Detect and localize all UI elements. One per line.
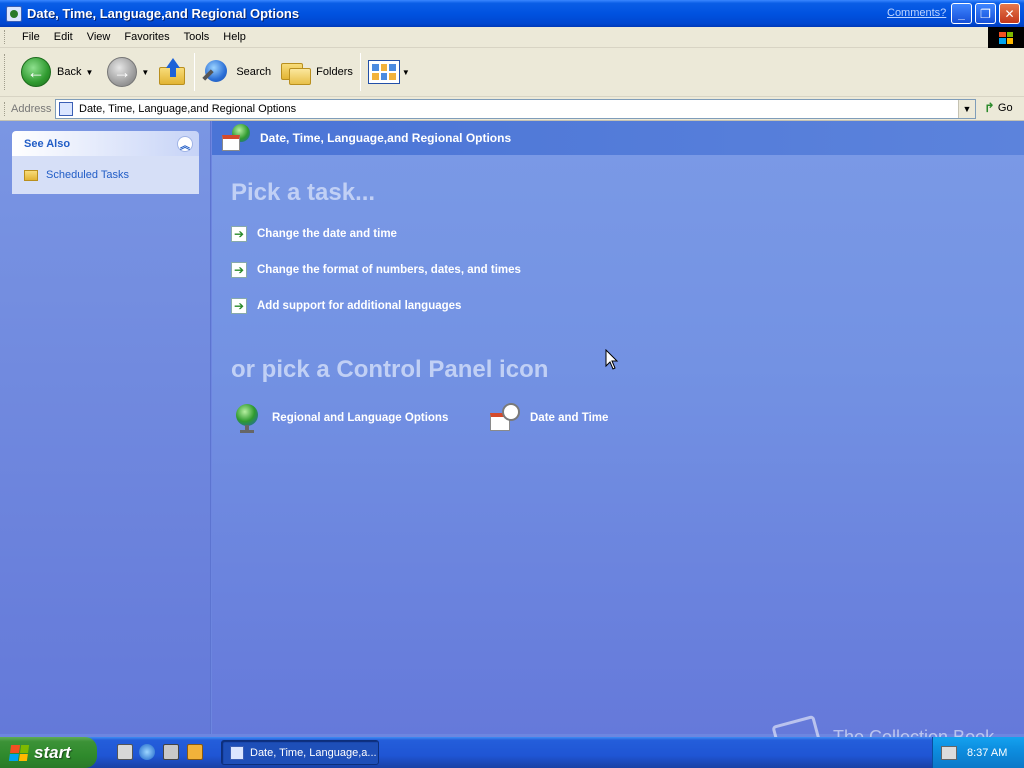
cp-item-label: Date and Time (530, 412, 609, 424)
menu-bar: File Edit View Favorites Tools Help (0, 27, 1024, 48)
task-label: Add support for additional languages (257, 300, 462, 312)
show-desktop-icon[interactable] (117, 744, 133, 760)
windows-logo-icon (988, 27, 1024, 48)
go-label: Go (997, 102, 1013, 114)
standard-toolbar: ← Back ▼ → ▼ Search Folders ▼ (0, 48, 1024, 97)
folders-icon (279, 58, 313, 86)
menu-file[interactable]: File (15, 31, 47, 43)
category-title: Date, Time, Language,and Regional Option… (260, 131, 512, 145)
addressbar-grip[interactable] (4, 101, 7, 116)
taskbar-window-label: Date, Time, Language,a... (250, 746, 377, 759)
search-icon (202, 57, 232, 87)
up-folder-button[interactable] (153, 52, 191, 92)
address-input[interactable]: Date, Time, Language,and Regional Option… (55, 99, 976, 119)
forward-arrow-icon: → (107, 57, 138, 87)
address-bar: Address Date, Time, Language,and Regiona… (0, 97, 1024, 121)
category-header: Date, Time, Language,and Regional Option… (212, 121, 1024, 155)
main-content: Date, Time, Language,and Regional Option… (212, 121, 1024, 734)
see-also-panel: See Also ︽ Scheduled Tasks (12, 131, 199, 194)
back-label: Back (57, 66, 82, 78)
title-bar[interactable]: Date, Time, Language,and Regional Option… (0, 0, 1024, 27)
task-change-format[interactable]: ➔ Change the format of numbers, dates, a… (231, 262, 521, 278)
cp-item-label: Regional and Language Options (272, 412, 449, 424)
minimize-icon: _ (958, 6, 965, 21)
close-icon: ✕ (1004, 6, 1015, 21)
menu-help[interactable]: Help (216, 31, 253, 43)
views-dropdown-icon: ▼ (401, 67, 410, 77)
task-arrow-icon: ➔ (231, 262, 247, 278)
up-folder-icon (157, 58, 187, 86)
start-button[interactable]: start (0, 737, 97, 768)
views-icon (367, 60, 400, 84)
search-label: Search (236, 66, 272, 78)
collapse-icon[interactable]: ︽ (177, 136, 193, 152)
folders-label: Folders (316, 66, 353, 78)
back-dropdown-icon[interactable]: ▼ (85, 68, 93, 77)
see-also-header[interactable]: See Also ︽ (12, 131, 199, 156)
windows-flag-icon (8, 744, 30, 761)
go-button[interactable]: ↱ Go (984, 100, 1013, 116)
control-panel-heading: or pick a Control Panel icon (231, 356, 549, 383)
forward-button[interactable]: → ▼ (103, 52, 153, 92)
folders-button[interactable]: Folders (275, 52, 357, 92)
minimize-button[interactable]: _ (951, 3, 972, 24)
start-label: start (34, 742, 71, 762)
left-task-pane: See Also ︽ Scheduled Tasks (0, 121, 211, 734)
control-panel-icon (230, 745, 244, 760)
forward-dropdown-icon[interactable]: ▼ (141, 68, 149, 77)
comments-link[interactable]: Comments? (887, 7, 946, 19)
menu-view[interactable]: View (80, 31, 118, 43)
clock[interactable]: 8:37 AM (967, 747, 1007, 759)
restore-icon: ❐ (980, 6, 991, 21)
task-add-languages[interactable]: ➔ Add support for additional languages (231, 298, 461, 314)
paint-icon[interactable] (187, 744, 203, 760)
system-tray: 8:37 AM (932, 737, 1024, 768)
taskbar: start Date, Time, Language,a... 8:37 AM (0, 737, 1024, 768)
window-title: Date, Time, Language,and Regional Option… (27, 6, 300, 21)
toolbar-separator (359, 53, 361, 91)
menubar-grip[interactable] (4, 30, 7, 44)
menu-edit[interactable]: Edit (47, 31, 80, 43)
close-button[interactable]: ✕ (999, 3, 1020, 24)
maximize-button[interactable]: ❐ (975, 3, 996, 24)
toolbar-grip[interactable] (4, 54, 7, 90)
see-also-body: Scheduled Tasks (12, 156, 199, 194)
control-panel-icon (59, 102, 73, 116)
date-time-language-icon (220, 121, 254, 155)
menu-favorites[interactable]: Favorites (117, 31, 176, 43)
task-label: Change the date and time (257, 228, 397, 240)
date-and-time-item[interactable]: Date and Time (490, 403, 608, 433)
task-arrow-icon: ➔ (231, 226, 247, 242)
address-label: Address (11, 102, 52, 115)
search-button[interactable]: Search (198, 52, 275, 92)
address-dropdown-icon[interactable]: ▼ (958, 100, 975, 118)
scheduled-tasks-link[interactable]: Scheduled Tasks (46, 169, 129, 181)
control-panel-icon (6, 5, 22, 22)
address-value: Date, Time, Language,and Regional Option… (79, 103, 297, 115)
scheduled-tasks-icon (24, 169, 38, 181)
regional-language-options-item[interactable]: Regional and Language Options (232, 403, 448, 433)
globe-icon (232, 403, 262, 433)
toolbar-separator (194, 53, 196, 91)
task-change-date-time[interactable]: ➔ Change the date and time (231, 226, 397, 242)
views-button[interactable]: ▼ (364, 52, 414, 92)
tray-network-icon[interactable] (941, 745, 957, 760)
task-arrow-icon: ➔ (231, 298, 247, 314)
back-arrow-icon: ← (21, 57, 51, 87)
menu-tools[interactable]: Tools (177, 31, 217, 43)
back-button[interactable]: ← Back ▼ (17, 52, 97, 92)
pick-task-heading: Pick a task... (231, 179, 376, 206)
see-also-title: See Also (24, 137, 71, 150)
network-icon[interactable] (163, 744, 179, 760)
internet-explorer-icon[interactable] (139, 744, 155, 760)
go-arrow-icon: ↱ (984, 100, 995, 115)
task-label: Change the format of numbers, dates, and… (257, 264, 521, 276)
taskbar-window-button[interactable]: Date, Time, Language,a... (221, 740, 379, 765)
calendar-clock-icon (490, 403, 520, 433)
